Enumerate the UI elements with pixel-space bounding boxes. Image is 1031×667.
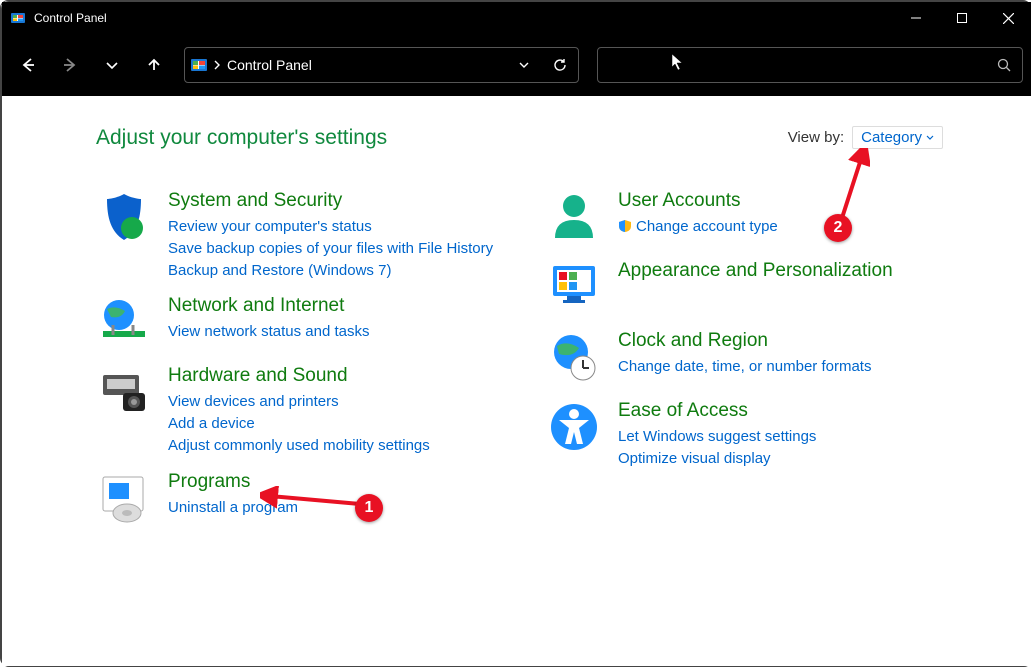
category-title[interactable]: Network and Internet	[168, 295, 370, 317]
programs-icon	[96, 471, 152, 527]
category-network-internet: Network and Internet View network status…	[96, 295, 516, 351]
app-icon	[2, 10, 34, 26]
cursor-icon	[670, 52, 684, 72]
address-bar[interactable]: Control Panel	[184, 47, 579, 83]
window-title: Control Panel	[34, 11, 107, 25]
category-title[interactable]: User Accounts	[618, 190, 778, 212]
back-button[interactable]	[10, 47, 46, 83]
link[interactable]: Change account type	[618, 216, 778, 238]
breadcrumb-control-panel[interactable]: Control Panel	[227, 57, 312, 73]
search-box[interactable]	[597, 47, 1023, 83]
titlebar: Control Panel	[2, 2, 1031, 34]
category-programs: Programs Uninstall a program	[96, 471, 516, 527]
close-button[interactable]	[985, 2, 1031, 34]
search-icon	[997, 58, 1012, 73]
category-hardware-sound: Hardware and Sound View devices and prin…	[96, 365, 516, 456]
accessibility-icon	[546, 400, 602, 456]
view-by-label: View by:	[788, 129, 844, 146]
forward-button[interactable]	[52, 47, 88, 83]
breadcrumb-chevron-icon[interactable]	[213, 59, 221, 71]
recent-dropdown[interactable]	[94, 47, 130, 83]
control-panel-icon	[185, 59, 213, 72]
up-button[interactable]	[136, 47, 172, 83]
uac-shield-icon	[618, 219, 632, 233]
link[interactable]: Change date, time, or number formats	[618, 356, 871, 378]
link[interactable]: Let Windows suggest settings	[618, 426, 816, 448]
address-dropdown[interactable]	[506, 48, 542, 82]
category-title[interactable]: Programs	[168, 471, 298, 493]
link[interactable]: Review your computer's status	[168, 216, 493, 238]
link[interactable]: View devices and printers	[168, 391, 430, 413]
printer-camera-icon	[96, 365, 152, 421]
toolbar: Control Panel	[2, 34, 1031, 96]
globe-network-icon	[96, 295, 152, 351]
category-ease-of-access: Ease of Access Let Windows suggest setti…	[546, 400, 946, 470]
maximize-button[interactable]	[939, 2, 985, 34]
category-title[interactable]: Clock and Region	[618, 330, 871, 352]
clock-globe-icon	[546, 330, 602, 386]
annotation-badge-1: 1	[355, 494, 383, 522]
category-system-security: System and Security Review your computer…	[96, 190, 516, 281]
annotation-badge-2: 2	[824, 214, 852, 242]
category-clock-region: Clock and Region Change date, time, or n…	[546, 330, 946, 386]
category-title[interactable]: Hardware and Sound	[168, 365, 430, 387]
link[interactable]: Adjust commonly used mobility settings	[168, 435, 430, 457]
link[interactable]: Uninstall a program	[168, 497, 298, 519]
category-title[interactable]: Appearance and Personalization	[618, 260, 893, 282]
refresh-button[interactable]	[542, 48, 578, 82]
link[interactable]: Add a device	[168, 413, 430, 435]
user-icon	[546, 190, 602, 246]
link[interactable]: Save backup copies of your files with Fi…	[168, 238, 493, 260]
view-by-value: Category	[861, 129, 922, 146]
content-area: Adjust your computer's settings View by:…	[2, 96, 1031, 666]
monitor-icon	[546, 260, 602, 316]
category-appearance: Appearance and Personalization	[546, 260, 946, 316]
view-by-dropdown[interactable]: Category	[852, 126, 943, 149]
minimize-button[interactable]	[893, 2, 939, 34]
shield-icon	[96, 190, 152, 246]
chevron-down-icon	[926, 134, 934, 142]
category-title[interactable]: Ease of Access	[618, 400, 816, 422]
link[interactable]: Backup and Restore (Windows 7)	[168, 260, 493, 282]
view-by-control: View by: Category	[788, 126, 943, 149]
link[interactable]: Optimize visual display	[618, 448, 816, 470]
category-title[interactable]: System and Security	[168, 190, 493, 212]
category-user-accounts: User Accounts Change account type	[546, 190, 946, 246]
link[interactable]: View network status and tasks	[168, 321, 370, 343]
